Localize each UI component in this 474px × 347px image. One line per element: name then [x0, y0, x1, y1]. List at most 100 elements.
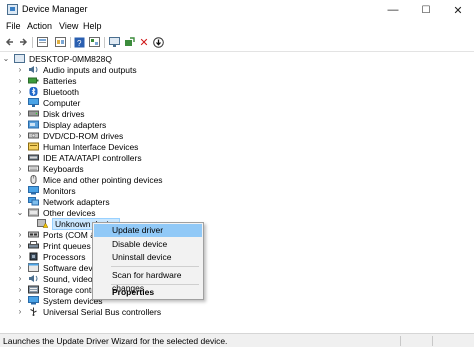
tree-item-monitors[interactable]: › Monitors [16, 185, 76, 196]
expand-chevron-icon[interactable]: › [16, 142, 24, 151]
disable-device-menu-item[interactable]: Disable device [94, 238, 202, 251]
tree-item-ports[interactable]: › Ports (COM & L [16, 229, 103, 240]
scan-hardware-icon[interactable] [123, 36, 135, 48]
expand-chevron-icon[interactable]: › [16, 76, 24, 85]
tree-item-other-devices[interactable]: ⌄ Other devices [16, 207, 96, 218]
menu-file[interactable]: File [6, 21, 21, 31]
tree-item-storage-controllers[interactable]: › Storage controll [16, 284, 103, 295]
ports-icon [28, 230, 39, 239]
scan-hardware-menu-item[interactable]: Scan for hardware changes [94, 269, 202, 293]
resources-view-icon[interactable] [88, 36, 100, 48]
system-device-icon [28, 296, 39, 305]
properties-menu-item[interactable]: Properties [94, 286, 202, 299]
toolbar-separator [104, 37, 105, 48]
context-menu: Update driver Disable device Uninstall d… [92, 222, 204, 300]
expand-chevron-icon[interactable]: › [16, 296, 24, 305]
tree-item-dvd-drives[interactable]: › DVD/CD-ROM drives [16, 130, 124, 141]
battery-icon [28, 76, 39, 85]
help-icon[interactable]: ? [73, 36, 85, 48]
show-hidden-icon[interactable] [54, 36, 66, 48]
expand-chevron-icon[interactable]: › [16, 197, 24, 206]
storage-icon [28, 285, 39, 294]
printer-icon [28, 241, 39, 250]
tree-item-batteries[interactable]: › Batteries [16, 75, 77, 86]
status-divider [400, 336, 401, 346]
svg-text:?: ? [77, 39, 82, 48]
expand-chevron-icon[interactable]: › [16, 252, 24, 261]
update-driver-menu-item[interactable]: Update driver [94, 224, 202, 237]
menu-view[interactable]: View [59, 21, 78, 31]
menu-action[interactable]: Action [27, 21, 52, 31]
expand-chevron-icon[interactable]: › [16, 307, 24, 316]
disk-icon [28, 109, 39, 118]
expand-chevron-icon[interactable]: › [16, 230, 24, 239]
expand-chevron-icon[interactable]: › [16, 131, 24, 140]
expand-chevron-icon[interactable]: › [16, 65, 24, 74]
unknown-device-warning-icon [37, 219, 49, 228]
mouse-icon [28, 175, 39, 184]
maximize-button[interactable]: ☐ [410, 0, 442, 20]
collapse-chevron-icon[interactable]: ⌄ [2, 54, 10, 63]
context-menu-separator [111, 284, 199, 285]
uninstall-device-menu-item[interactable]: Uninstall device [94, 251, 202, 264]
expand-chevron-icon[interactable]: › [16, 164, 24, 173]
tree-root[interactable]: ⌄ DESKTOP-0MM828Q [2, 53, 112, 64]
expand-chevron-icon[interactable]: › [16, 285, 24, 294]
menu-help[interactable]: Help [83, 21, 102, 31]
expand-chevron-icon[interactable]: › [16, 241, 24, 250]
processor-icon [28, 252, 39, 261]
update-driver-icon[interactable] [152, 36, 164, 48]
display-computer-icon[interactable] [108, 36, 120, 48]
expand-chevron-icon[interactable]: › [16, 98, 24, 107]
tree-item-computer[interactable]: › Computer [16, 97, 81, 108]
expand-chevron-icon[interactable]: › [16, 263, 24, 272]
status-text: Launches the Update Driver Wizard for th… [3, 336, 228, 346]
expand-chevron-icon[interactable]: › [16, 186, 24, 195]
keyboard-icon [28, 164, 39, 173]
usb-icon [28, 307, 39, 316]
expand-chevron-icon[interactable]: › [16, 120, 24, 129]
device-tree: ⌄ DESKTOP-0MM828Q › Audio inputs and out… [0, 51, 474, 331]
status-divider [432, 336, 433, 346]
tree-item-mice[interactable]: › Mice and other pointing devices [16, 174, 163, 185]
back-icon[interactable] [4, 36, 16, 48]
audio-icon [28, 65, 39, 74]
tree-item-hid[interactable]: › Human Interface Devices [16, 141, 139, 152]
menu-bar: File Action View Help [0, 20, 474, 34]
expand-chevron-icon[interactable]: › [16, 274, 24, 283]
title-bar: Device Manager — ☐ ✕ [0, 0, 474, 20]
monitor-icon [28, 186, 39, 195]
expand-chevron-icon[interactable]: › [16, 87, 24, 96]
computer-icon [28, 98, 39, 107]
network-icon [28, 197, 39, 206]
tree-item-disk-drives[interactable]: › Disk drives [16, 108, 85, 119]
tree-root-label: DESKTOP-0MM828Q [29, 53, 112, 64]
display-adapter-icon [28, 120, 39, 129]
close-button[interactable]: ✕ [442, 0, 474, 20]
sound-icon [28, 274, 39, 283]
tree-item-processors[interactable]: › Processors [16, 251, 86, 262]
forward-icon[interactable] [17, 36, 29, 48]
tree-item-bluetooth[interactable]: › Bluetooth [16, 86, 79, 97]
properties-view-icon[interactable] [36, 36, 48, 48]
ide-icon [28, 153, 39, 162]
expand-chevron-icon[interactable]: › [16, 175, 24, 184]
other-devices-icon [28, 208, 39, 217]
tree-item-ide-controllers[interactable]: › IDE ATA/ATAPI controllers [16, 152, 142, 163]
remove-device-icon[interactable]: ✕ [138, 36, 150, 49]
minimize-button[interactable]: — [377, 0, 409, 20]
toolbar-separator [70, 37, 71, 48]
context-menu-separator [111, 266, 199, 267]
expand-chevron-icon[interactable]: › [16, 109, 24, 118]
tree-item-audio[interactable]: › Audio inputs and outputs [16, 64, 137, 75]
software-device-icon [28, 263, 39, 272]
tree-item-usb-controllers[interactable]: › Universal Serial Bus controllers [16, 306, 161, 317]
expand-chevron-icon[interactable]: › [16, 153, 24, 162]
tree-item-keyboards[interactable]: › Keyboards [16, 163, 84, 174]
tree-item-network-adapters[interactable]: › Network adapters [16, 196, 110, 207]
tree-item-display-adapters[interactable]: › Display adapters [16, 119, 107, 130]
tree-item-system-devices[interactable]: › System devices [16, 295, 103, 306]
hid-icon [28, 142, 39, 151]
collapse-chevron-icon[interactable]: ⌄ [16, 208, 24, 217]
tree-item-print-queues[interactable]: › Print queues [16, 240, 91, 251]
